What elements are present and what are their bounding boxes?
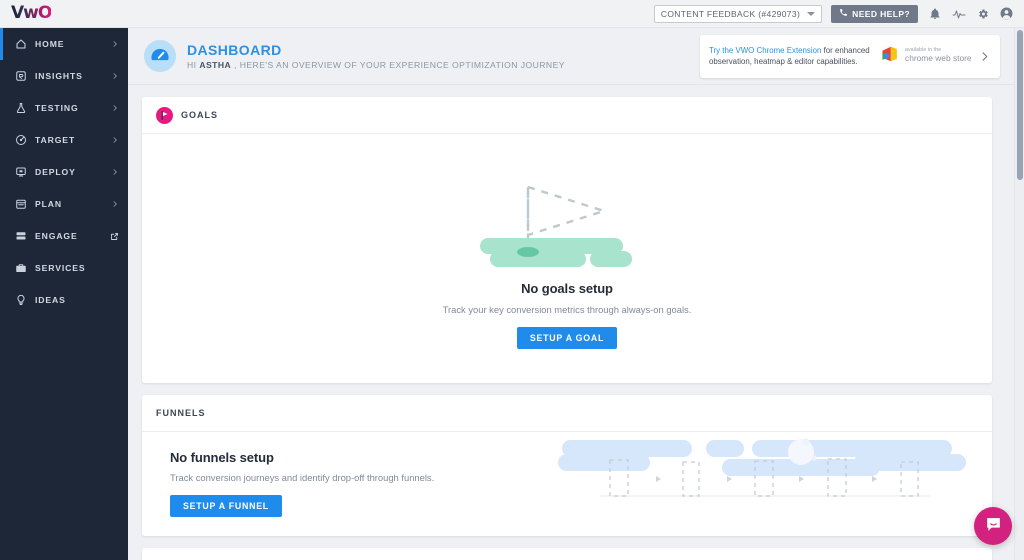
goals-card: GOALS No goals setup Track your key conv…	[142, 97, 992, 383]
funnels-card-title: FUNNELS	[156, 408, 206, 418]
goals-card-header: GOALS	[142, 97, 992, 134]
funnels-card-header: FUNNELS	[142, 395, 992, 432]
goals-card-title: GOALS	[181, 110, 219, 120]
home-icon	[14, 38, 27, 51]
sidebar-item-home[interactable]: HOME	[0, 28, 128, 60]
chevron-right-icon	[111, 104, 119, 112]
chat-bubble-icon	[984, 515, 1003, 537]
sidebar-item-engage[interactable]: ENGAGE	[0, 220, 128, 252]
sidebar-item-target[interactable]: TARGET	[0, 124, 128, 156]
next-card-placeholder	[142, 548, 992, 560]
goal-flag-icon	[156, 106, 173, 124]
sidebar-item-services[interactable]: SERVICES	[0, 252, 128, 284]
funnels-empty-title: No funnels setup	[170, 450, 274, 465]
chrome-web-store-words: available in the chrome web store	[905, 47, 972, 64]
sidebar: HOME INSIGHTS TESTING TARGET DEPLOY PLAN…	[0, 28, 128, 560]
bulb-icon	[14, 294, 27, 307]
sidebar-item-testing[interactable]: TESTING	[0, 92, 128, 124]
page-subtitle: HI ASTHA , HERE'S AN OVERVIEW OF YOUR EX…	[187, 60, 565, 70]
dashed-flag-illustration	[472, 160, 662, 281]
phone-icon	[839, 8, 848, 19]
gear-icon[interactable]	[975, 6, 990, 21]
funnels-empty-state: No funnels setup Track conversion journe…	[142, 432, 992, 536]
goals-empty-state: No goals setup Track your key conversion…	[142, 134, 992, 383]
sidebar-item-insights[interactable]: INSIGHTS	[0, 60, 128, 92]
promo-text: Try the VWO Chrome Extension for enhance…	[709, 45, 877, 68]
setup-a-funnel-button[interactable]: SETUP A FUNNEL	[170, 495, 282, 517]
need-help-button[interactable]: NEED HELP?	[831, 4, 918, 23]
chevron-right-icon	[111, 136, 119, 144]
chrome-web-store-icon	[879, 44, 901, 69]
page-scrollbar[interactable]	[1014, 28, 1024, 560]
funnels-empty-text-group: No funnels setup Track conversion journe…	[170, 450, 992, 517]
sidebar-item-label: SERVICES	[35, 263, 86, 273]
greeting-prefix: HI	[187, 60, 200, 71]
calendar-icon	[14, 198, 27, 211]
page-header-titles: DASHBOARD HI ASTHA , HERE'S AN OVERVIEW …	[187, 42, 565, 70]
sidebar-item-deploy[interactable]: DEPLOY	[0, 156, 128, 188]
main-content: DASHBOARD HI ASTHA , HERE'S AN OVERVIEW …	[128, 28, 1014, 560]
goals-empty-title: No goals setup	[521, 281, 613, 296]
scrollbar-thumb[interactable]	[1017, 30, 1023, 180]
funnels-card: FUNNELS No funnels setup Track conversio…	[142, 395, 992, 536]
insights-icon	[14, 70, 27, 83]
sidebar-item-ideas[interactable]: IDEAS	[0, 284, 128, 316]
top-bar-right-group: CONTENT FEEDBACK (#429073) NEED HELP?	[653, 4, 1024, 23]
top-bar: VwO CONTENT FEEDBACK (#429073) NEED HELP…	[0, 0, 1024, 28]
chevron-right-icon	[111, 40, 119, 48]
greeting-suffix: , HERE'S AN OVERVIEW OF YOUR EXPERIENCE …	[231, 60, 565, 71]
store-big-text: chrome web store	[905, 53, 972, 64]
flask-icon	[14, 102, 27, 115]
sidebar-item-label: TARGET	[35, 135, 76, 145]
chevron-right-icon	[111, 168, 119, 176]
sidebar-item-label: HOME	[35, 39, 65, 49]
setup-a-goal-button[interactable]: SETUP A GOAL	[516, 327, 618, 349]
sidebar-item-label: IDEAS	[35, 295, 66, 305]
page-title: DASHBOARD	[187, 41, 282, 58]
account-select[interactable]: CONTENT FEEDBACK (#429073)	[653, 4, 823, 23]
briefcase-icon	[14, 262, 27, 275]
engage-icon	[14, 230, 27, 243]
chevron-down-icon	[807, 11, 816, 16]
promo-link[interactable]: Try the VWO Chrome Extension	[709, 46, 821, 55]
sidebar-item-label: INSIGHTS	[35, 71, 83, 81]
avatar-icon[interactable]	[999, 6, 1014, 21]
dashboard-scroll-area[interactable]: GOALS No goals setup Track your key conv…	[128, 85, 1014, 560]
vwo-logo-text: VwO	[11, 3, 52, 23]
chrome-web-store-badge: available in the chrome web store	[879, 44, 972, 69]
gauge-icon	[144, 40, 176, 72]
sidebar-item-label: PLAN	[35, 199, 62, 209]
sidebar-item-label: TESTING	[35, 103, 79, 113]
chevron-right-icon	[111, 200, 119, 208]
target-icon	[14, 134, 27, 147]
need-help-label: NEED HELP?	[852, 8, 910, 19]
bell-icon[interactable]	[927, 6, 942, 21]
chevron-right-icon[interactable]	[979, 51, 990, 62]
pulse-icon[interactable]	[951, 6, 966, 21]
external-link-icon	[110, 232, 119, 241]
sidebar-item-plan[interactable]: PLAN	[0, 188, 128, 220]
goals-empty-subtitle: Track your key conversion metrics throug…	[442, 304, 692, 315]
vwo-logo[interactable]: VwO	[0, 0, 128, 28]
chrome-extension-promo[interactable]: Try the VWO Chrome Extension for enhance…	[700, 34, 1000, 78]
chevron-right-icon	[111, 72, 119, 80]
user-name: ASTHA	[199, 60, 232, 71]
page-header: DASHBOARD HI ASTHA , HERE'S AN OVERVIEW …	[128, 28, 1014, 85]
account-select-label: CONTENT FEEDBACK (#429073)	[660, 8, 801, 19]
sidebar-item-label: DEPLOY	[35, 167, 76, 177]
intercom-chat-launcher[interactable]	[974, 507, 1012, 545]
deploy-icon	[14, 166, 27, 179]
funnels-empty-subtitle: Track conversion journeys and identify d…	[170, 472, 435, 483]
sidebar-item-label: ENGAGE	[35, 231, 78, 241]
